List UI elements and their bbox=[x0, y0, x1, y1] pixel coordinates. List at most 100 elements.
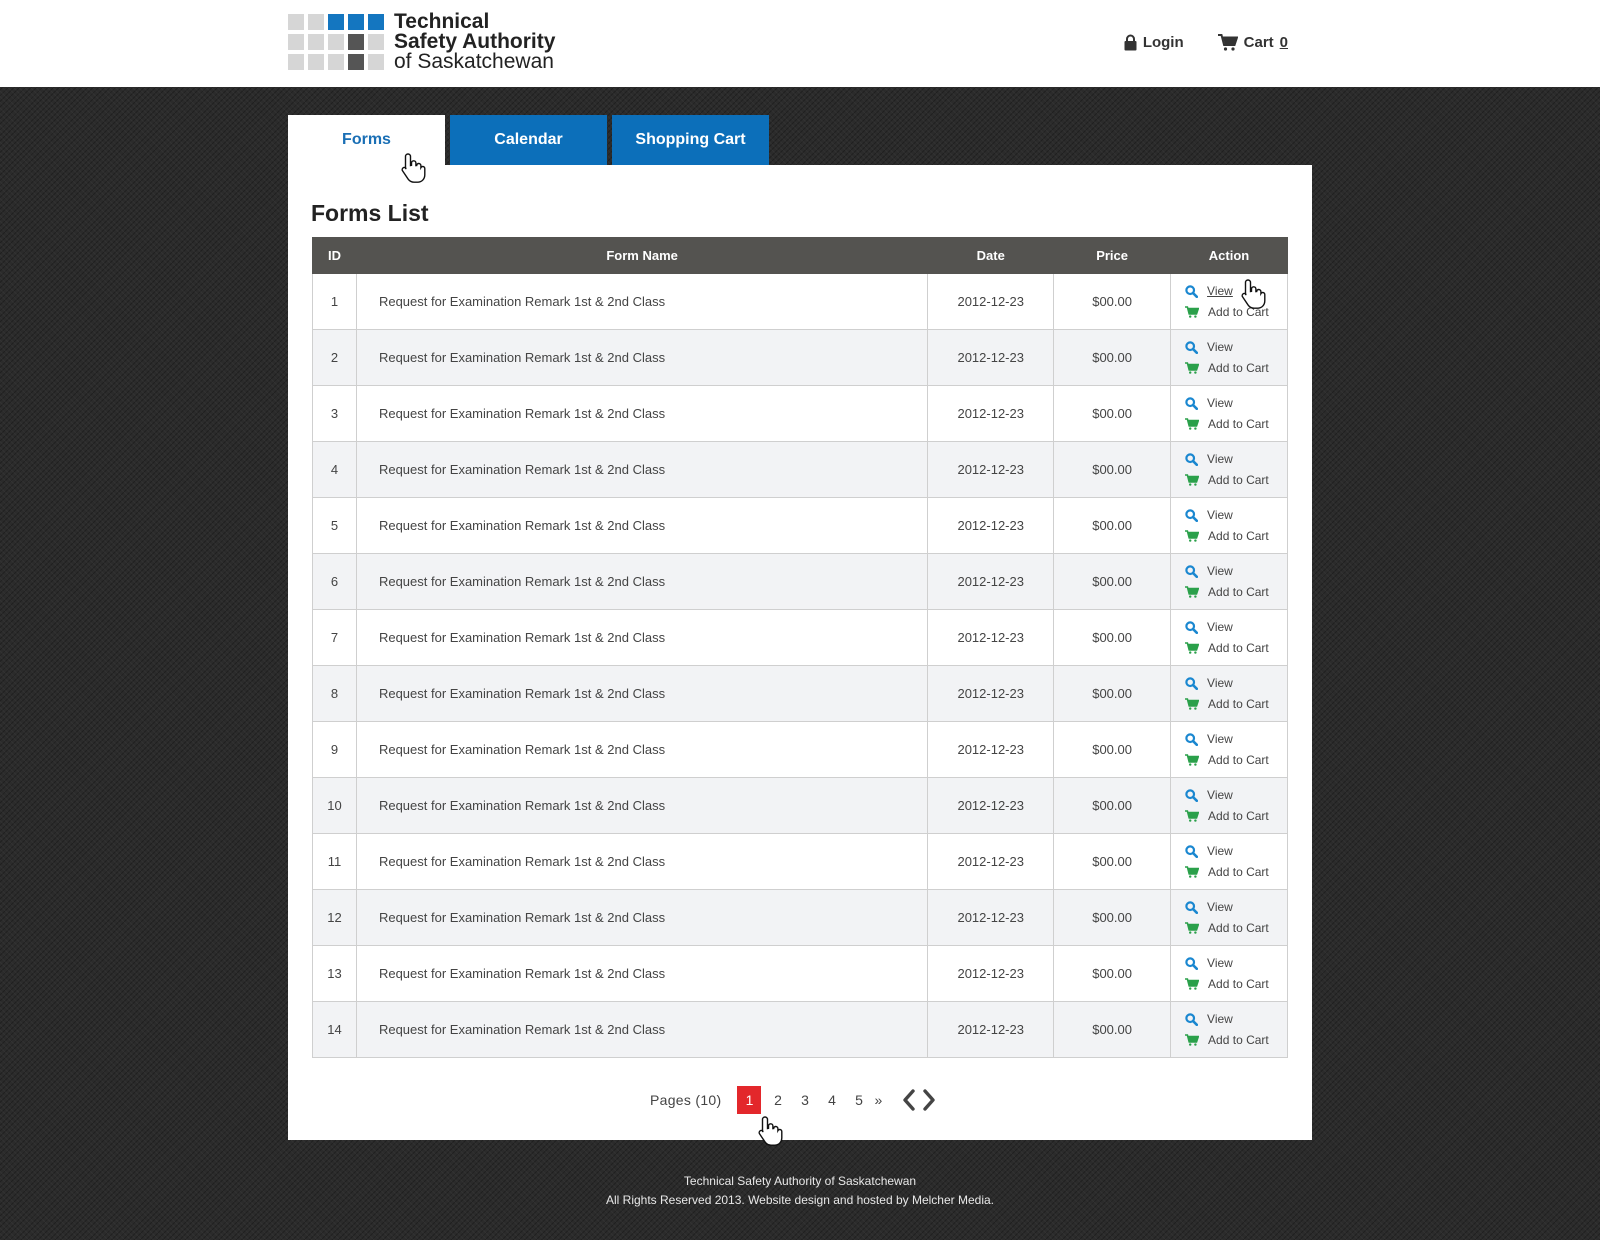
search-icon bbox=[1185, 508, 1199, 522]
add-to-cart-link[interactable]: Add to Cart bbox=[1185, 974, 1287, 995]
add-to-cart-link[interactable]: Add to Cart bbox=[1185, 470, 1287, 491]
view-label: View bbox=[1207, 787, 1233, 802]
cell-form-name: Request for Examination Remark 1st & 2nd… bbox=[355, 385, 929, 442]
cell-id: 4 bbox=[312, 441, 357, 498]
add-to-cart-link[interactable]: Add to Cart bbox=[1185, 582, 1287, 603]
search-icon bbox=[1185, 396, 1199, 410]
logo-square bbox=[348, 14, 364, 30]
lock-icon bbox=[1124, 34, 1137, 51]
view-link[interactable]: View bbox=[1185, 785, 1287, 806]
view-link[interactable]: View bbox=[1185, 505, 1287, 526]
cell-date: 2012-12-23 bbox=[927, 665, 1055, 722]
view-link[interactable]: View bbox=[1185, 449, 1287, 470]
page-link-5[interactable]: 5 bbox=[845, 1092, 872, 1108]
view-link[interactable]: View bbox=[1185, 393, 1287, 414]
cart-count: 0 bbox=[1279, 34, 1288, 51]
tab-calendar[interactable]: Calendar bbox=[450, 115, 607, 165]
add-to-cart-label: Add to Cart bbox=[1208, 696, 1269, 711]
add-to-cart-link[interactable]: Add to Cart bbox=[1185, 1030, 1287, 1051]
cell-date: 2012-12-23 bbox=[927, 721, 1055, 778]
add-to-cart-link[interactable]: Add to Cart bbox=[1185, 918, 1287, 939]
page-link-2[interactable]: 2 bbox=[764, 1092, 791, 1108]
column-header-price[interactable]: Price bbox=[1053, 237, 1172, 274]
add-to-cart-link[interactable]: Add to Cart bbox=[1185, 526, 1287, 547]
top-nav: Login Cart 0 bbox=[1124, 34, 1288, 51]
main-tabs: Forms Calendar Shopping Cart bbox=[288, 115, 769, 165]
cell-action: View Add to Cart bbox=[1170, 553, 1288, 610]
cell-id: 3 bbox=[312, 385, 357, 442]
column-header-date[interactable]: Date bbox=[927, 237, 1055, 274]
add-to-cart-link[interactable]: Add to Cart bbox=[1185, 862, 1287, 883]
view-link[interactable]: View bbox=[1185, 561, 1287, 582]
tab-forms[interactable]: Forms bbox=[288, 115, 445, 165]
add-to-cart-label: Add to Cart bbox=[1208, 976, 1269, 991]
view-link[interactable]: View bbox=[1185, 729, 1287, 750]
logo-square bbox=[308, 14, 324, 30]
view-label: View bbox=[1207, 451, 1233, 466]
logo-square bbox=[308, 54, 324, 70]
login-link[interactable]: Login bbox=[1124, 34, 1184, 51]
view-link[interactable]: View bbox=[1185, 841, 1287, 862]
cell-action: View Add to Cart bbox=[1170, 273, 1288, 330]
cell-form-name: Request for Examination Remark 1st & 2nd… bbox=[355, 273, 929, 330]
tab-shopping-cart[interactable]: Shopping Cart bbox=[612, 115, 769, 165]
logo-square bbox=[368, 14, 384, 30]
page-link-4[interactable]: 4 bbox=[818, 1092, 845, 1108]
cell-action: View Add to Cart bbox=[1170, 441, 1288, 498]
logo-square bbox=[368, 34, 384, 50]
view-link[interactable]: View bbox=[1185, 673, 1287, 694]
add-to-cart-link[interactable]: Add to Cart bbox=[1185, 302, 1287, 323]
add-to-cart-label: Add to Cart bbox=[1208, 920, 1269, 935]
table-row: 10 Request for Examination Remark 1st & 2… bbox=[312, 777, 1288, 834]
site-logo[interactable]: Technical Safety Authority of Saskatchew… bbox=[288, 11, 608, 73]
login-label: Login bbox=[1142, 34, 1184, 51]
view-link[interactable]: View bbox=[1185, 617, 1287, 638]
cart-link[interactable]: Cart 0 bbox=[1217, 34, 1288, 51]
view-link[interactable]: View bbox=[1185, 897, 1287, 918]
chevron-left-icon[interactable] bbox=[902, 1089, 916, 1111]
table-row: 7 Request for Examination Remark 1st & 2n… bbox=[312, 609, 1288, 666]
table-row: 3 Request for Examination Remark 1st & 2n… bbox=[312, 385, 1288, 442]
add-to-cart-link[interactable]: Add to Cart bbox=[1185, 638, 1287, 659]
view-label: View bbox=[1207, 563, 1233, 578]
view-link[interactable]: View bbox=[1185, 1009, 1287, 1030]
cell-id: 11 bbox=[312, 833, 357, 890]
cell-price: $00.00 bbox=[1053, 1001, 1172, 1058]
page-link-3[interactable]: 3 bbox=[791, 1092, 818, 1108]
search-icon bbox=[1185, 788, 1199, 802]
view-link[interactable]: View bbox=[1185, 953, 1287, 974]
more-pages-link[interactable]: » bbox=[874, 1092, 882, 1108]
view-link[interactable]: View bbox=[1185, 337, 1287, 358]
add-to-cart-link[interactable]: Add to Cart bbox=[1185, 414, 1287, 435]
cell-date: 2012-12-23 bbox=[927, 385, 1055, 442]
column-header-id[interactable]: ID bbox=[312, 237, 357, 274]
add-to-cart-link[interactable]: Add to Cart bbox=[1185, 806, 1287, 827]
pages-count-label: Pages (10) bbox=[650, 1092, 722, 1108]
page-link-1[interactable]: 1 bbox=[737, 1086, 762, 1114]
view-link[interactable]: View bbox=[1185, 281, 1287, 302]
view-label: View bbox=[1207, 899, 1233, 914]
logo-line-3: of Saskatchewan bbox=[394, 50, 554, 73]
cell-id: 5 bbox=[312, 497, 357, 554]
page-title: Forms List bbox=[311, 200, 429, 226]
add-to-cart-label: Add to Cart bbox=[1208, 360, 1269, 375]
add-to-cart-link[interactable]: Add to Cart bbox=[1185, 358, 1287, 379]
add-to-cart-label: Add to Cart bbox=[1208, 864, 1269, 879]
logo-square bbox=[328, 34, 344, 50]
add-to-cart-link[interactable]: Add to Cart bbox=[1185, 750, 1287, 771]
add-to-cart-link[interactable]: Add to Cart bbox=[1185, 694, 1287, 715]
logo-square bbox=[348, 54, 364, 70]
cell-price: $00.00 bbox=[1053, 833, 1172, 890]
cell-id: 12 bbox=[312, 889, 357, 946]
cell-price: $00.00 bbox=[1053, 721, 1172, 778]
logo-square bbox=[288, 14, 304, 30]
column-header-action: Action bbox=[1170, 237, 1288, 274]
cart-icon bbox=[1185, 642, 1200, 654]
cell-form-name: Request for Examination Remark 1st & 2nd… bbox=[355, 441, 929, 498]
cell-form-name: Request for Examination Remark 1st & 2nd… bbox=[355, 497, 929, 554]
table-row: 12 Request for Examination Remark 1st & 2… bbox=[312, 889, 1288, 946]
column-header-form-name[interactable]: Form Name bbox=[355, 237, 929, 274]
logo-square bbox=[368, 54, 384, 70]
search-icon bbox=[1185, 732, 1199, 746]
chevron-right-icon[interactable] bbox=[922, 1089, 936, 1111]
